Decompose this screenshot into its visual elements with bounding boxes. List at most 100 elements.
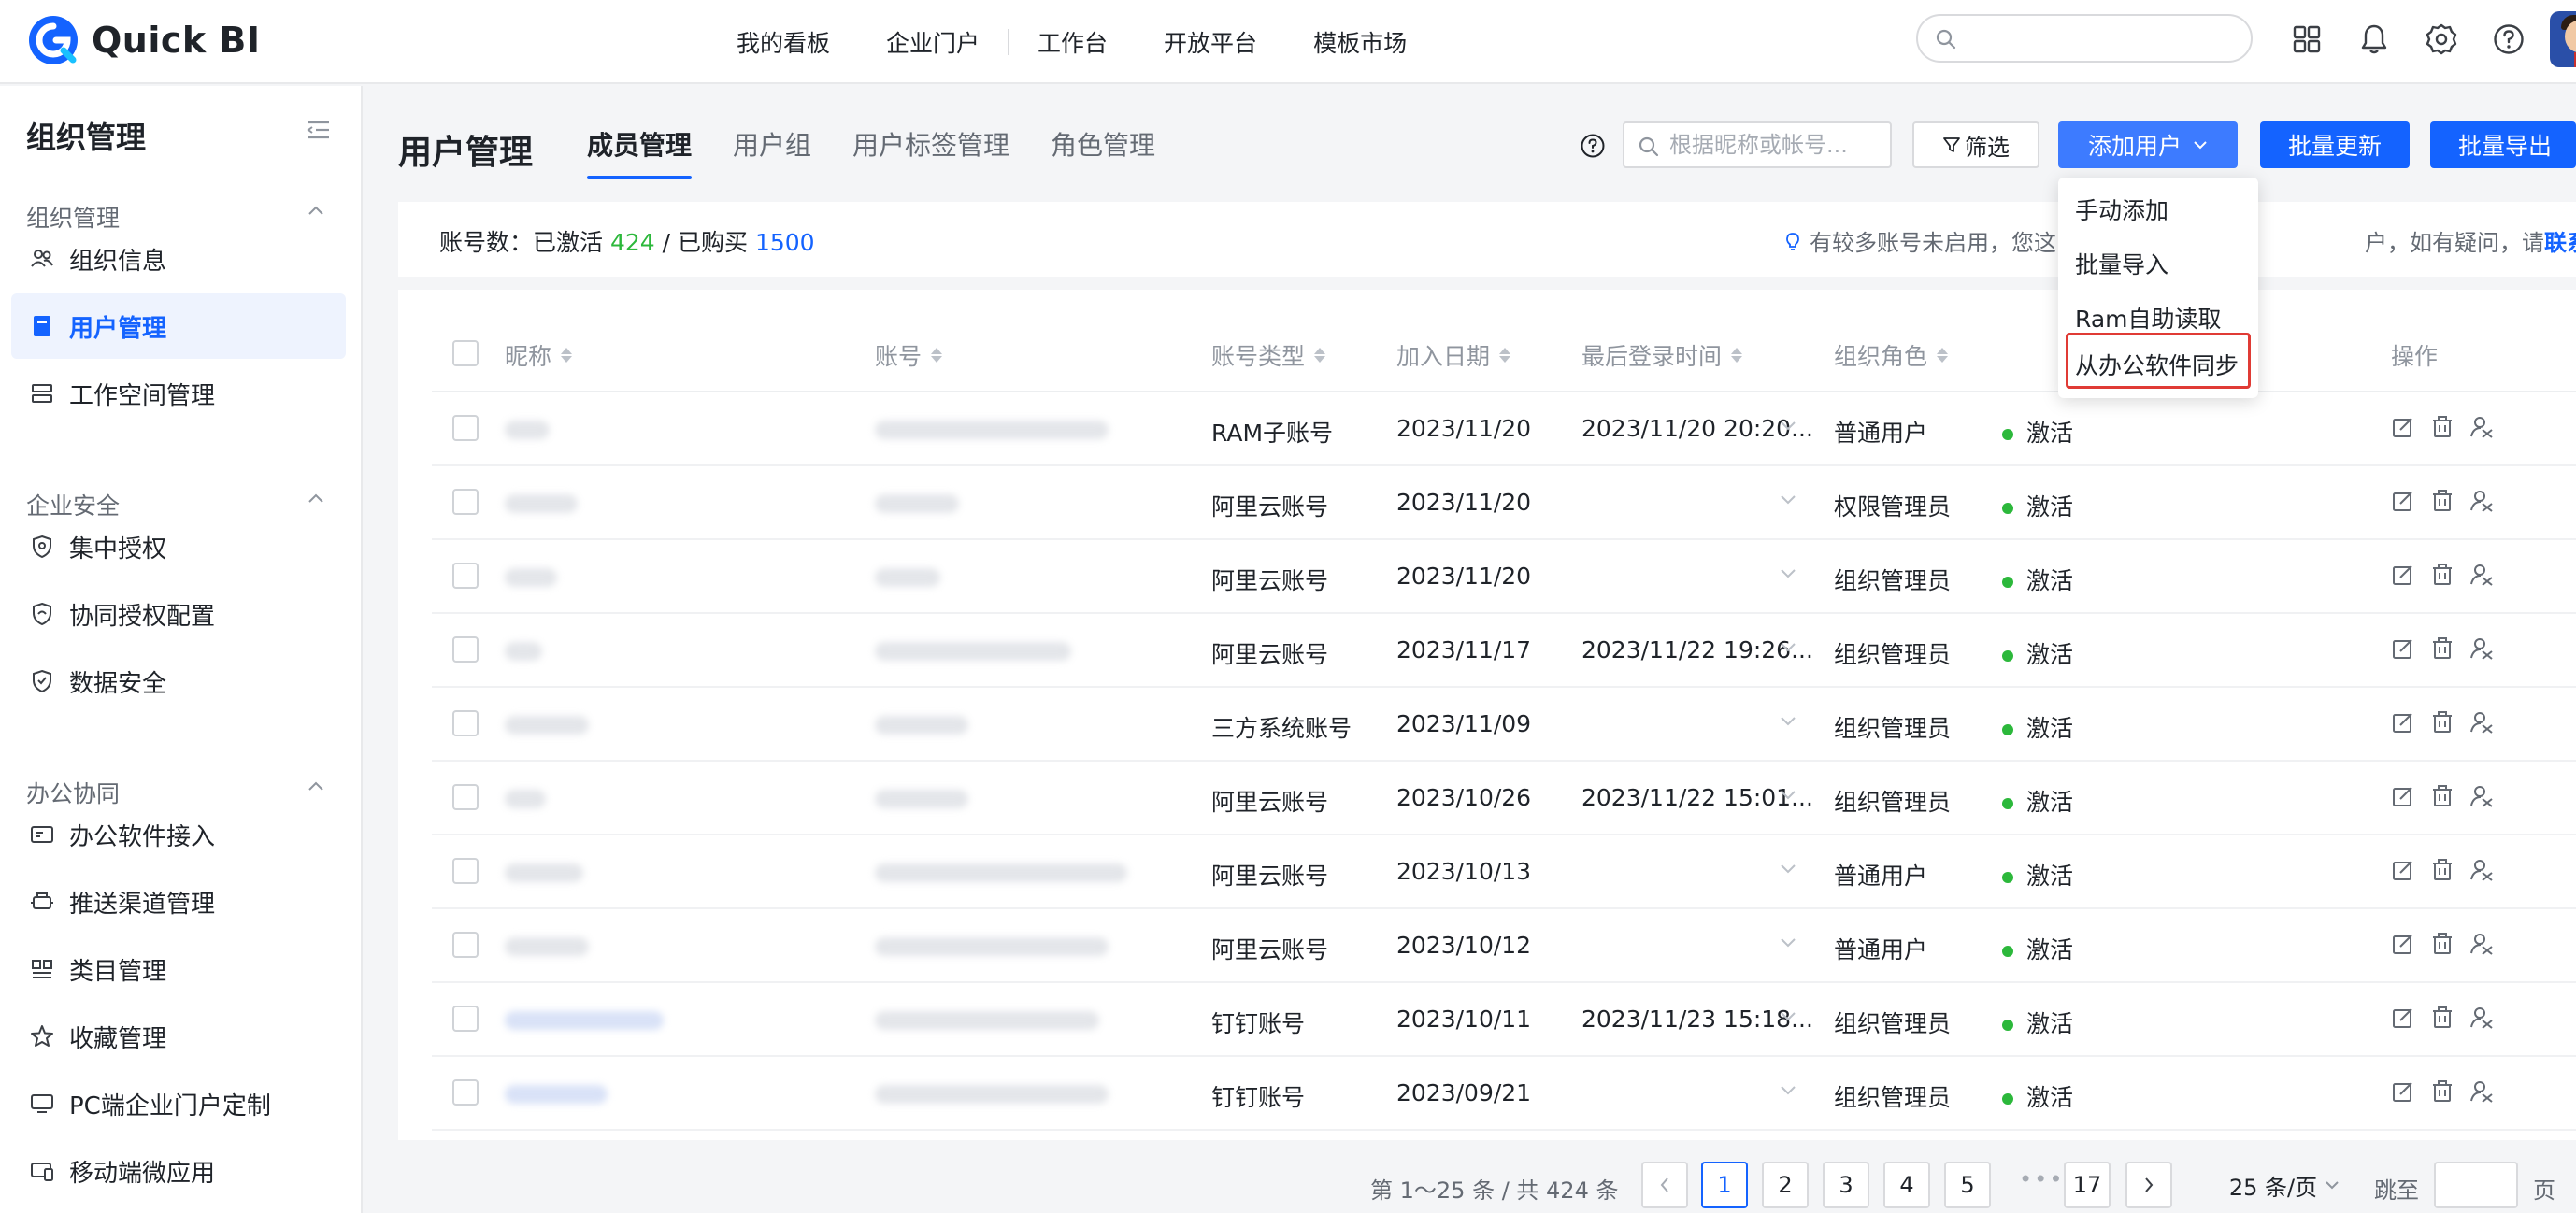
row-checkbox[interactable] (452, 563, 479, 589)
edit-icon[interactable] (2391, 1006, 2415, 1030)
menu-item-office-sync[interactable]: 从办公软件同步 (2075, 348, 2239, 381)
chevron-down-icon[interactable] (1780, 716, 1796, 727)
edit-icon[interactable] (2391, 636, 2415, 661)
filter-button[interactable]: 筛选 (1912, 121, 2039, 168)
topnav-open-platform[interactable]: 开放平台 (1136, 25, 1285, 59)
col-nickname[interactable]: 昵称 (505, 338, 573, 372)
user-disable-icon[interactable] (2469, 563, 2494, 587)
page-size-select[interactable]: 25 条/页 (2208, 1162, 2361, 1208)
tab-roles[interactable]: 角色管理 (1051, 125, 1155, 179)
edit-icon[interactable] (2391, 489, 2415, 513)
topnav-workbench[interactable]: 工作台 (1009, 25, 1136, 59)
page-button[interactable]: 1 (1701, 1162, 1748, 1208)
global-search[interactable] (1916, 14, 2253, 63)
edit-icon[interactable] (2391, 932, 2415, 956)
member-search-input[interactable] (1669, 129, 1886, 161)
page-button[interactable]: 3 (1823, 1162, 1869, 1208)
sidebar-item-workspace[interactable]: 工作空间管理 (11, 361, 346, 426)
chevron-down-icon[interactable] (1780, 568, 1796, 579)
sidebar-item-data-security[interactable]: 数据安全 (11, 649, 346, 714)
delete-icon[interactable] (2430, 858, 2454, 882)
sidebar-item-office-connect[interactable]: 办公软件接入 (11, 802, 346, 867)
chevron-down-icon[interactable] (1780, 863, 1796, 875)
row-checkbox[interactable] (452, 1079, 479, 1106)
row-checkbox[interactable] (452, 784, 479, 810)
logo[interactable]: Quick BI (26, 13, 261, 67)
edit-icon[interactable] (2391, 415, 2415, 439)
user-disable-icon[interactable] (2469, 415, 2494, 439)
last-page-button[interactable]: 17 (2064, 1162, 2111, 1208)
chevron-down-icon[interactable] (1780, 494, 1796, 506)
user-disable-icon[interactable] (2469, 1079, 2494, 1104)
user-disable-icon[interactable] (2469, 858, 2494, 882)
jump-page-input[interactable] (2434, 1162, 2518, 1208)
row-checkbox[interactable] (452, 858, 479, 884)
row-checkbox[interactable] (452, 710, 479, 736)
col-join-date[interactable]: 加入日期 (1396, 338, 1511, 372)
page-button[interactable]: 2 (1762, 1162, 1809, 1208)
global-search-input[interactable] (1967, 23, 2238, 53)
delete-icon[interactable] (2430, 710, 2454, 735)
delete-icon[interactable] (2430, 636, 2454, 661)
sidebar-item-category[interactable]: 类目管理 (11, 936, 346, 1002)
apps-grid-icon[interactable] (2286, 19, 2327, 60)
row-checkbox[interactable] (452, 1006, 479, 1032)
page-ellipsis[interactable]: ••• (2019, 1166, 2064, 1192)
page-button[interactable]: 4 (1883, 1162, 1930, 1208)
sidebar-item-mobile-app[interactable]: 移动端微应用 (11, 1138, 346, 1204)
user-disable-icon[interactable] (2469, 1006, 2494, 1030)
batch-update-button[interactable]: 批量更新 (2260, 121, 2410, 168)
sidebar-item-user-manage[interactable]: 用户管理 (11, 293, 346, 359)
user-disable-icon[interactable] (2469, 932, 2494, 956)
delete-icon[interactable] (2430, 489, 2454, 513)
edit-icon[interactable] (2391, 858, 2415, 882)
menu-item-batch-import[interactable]: 批量导入 (2075, 247, 2168, 280)
delete-icon[interactable] (2430, 1006, 2454, 1030)
tab-user-tags[interactable]: 用户标签管理 (852, 125, 1009, 179)
delete-icon[interactable] (2430, 563, 2454, 587)
chevron-down-icon[interactable] (1780, 937, 1796, 949)
delete-icon[interactable] (2430, 1079, 2454, 1104)
member-search[interactable] (1623, 121, 1892, 168)
delete-icon[interactable] (2430, 932, 2454, 956)
topnav-enterprise-portal[interactable]: 企业门户 (858, 25, 1008, 59)
sidebar-item-pc-portal[interactable]: PC端企业门户定制 (11, 1071, 346, 1136)
user-disable-icon[interactable] (2469, 710, 2494, 735)
edit-icon[interactable] (2391, 563, 2415, 587)
menu-item-manual-add[interactable]: 手动添加 (2075, 193, 2168, 226)
user-disable-icon[interactable] (2469, 784, 2494, 808)
avatar[interactable] (2550, 11, 2576, 67)
chevron-down-icon[interactable] (1780, 642, 1796, 653)
edit-icon[interactable] (2391, 784, 2415, 808)
bell-icon[interactable] (2354, 19, 2395, 60)
row-checkbox[interactable] (452, 415, 479, 441)
col-account-type[interactable]: 账号类型 (1211, 338, 1326, 372)
add-user-button[interactable]: 添加用户 (2058, 121, 2238, 168)
chevron-down-icon[interactable] (1780, 1085, 1796, 1096)
sidebar-item-central-auth[interactable]: 集中授权 (11, 514, 346, 579)
sidebar-item-favorites[interactable]: 收藏管理 (11, 1004, 346, 1069)
chevron-down-icon[interactable] (1780, 790, 1796, 801)
tab-members[interactable]: 成员管理 (587, 125, 693, 179)
sidebar-item-collab-auth[interactable]: 协同授权配置 (11, 581, 346, 647)
menu-item-ram-read[interactable]: Ram自助读取 (2075, 301, 2222, 335)
col-last-login[interactable]: 最后登录时间 (1581, 338, 1743, 372)
tab-user-groups[interactable]: 用户组 (733, 125, 811, 179)
edit-icon[interactable] (2391, 710, 2415, 735)
collapse-sidebar-icon[interactable] (307, 120, 331, 140)
user-disable-icon[interactable] (2469, 636, 2494, 661)
batch-export-button[interactable]: 批量导出 (2430, 121, 2576, 168)
contact-us-link[interactable]: 联系我们 (2544, 224, 2576, 257)
sidebar-item-org-info[interactable]: 组织信息 (11, 226, 346, 292)
delete-icon[interactable] (2430, 415, 2454, 439)
col-account[interactable]: 账号 (875, 338, 943, 372)
help-icon[interactable] (2488, 19, 2529, 60)
gear-icon[interactable] (2421, 19, 2462, 60)
row-checkbox[interactable] (452, 489, 479, 515)
sidebar-item-push-channel[interactable]: 推送渠道管理 (11, 869, 346, 935)
chevron-down-icon[interactable] (1780, 421, 1796, 432)
prev-page-button[interactable] (1641, 1162, 1688, 1208)
topnav-my-boards[interactable]: 我的看板 (737, 25, 858, 59)
edit-icon[interactable] (2391, 1079, 2415, 1104)
chevron-down-icon[interactable] (1780, 1011, 1796, 1022)
